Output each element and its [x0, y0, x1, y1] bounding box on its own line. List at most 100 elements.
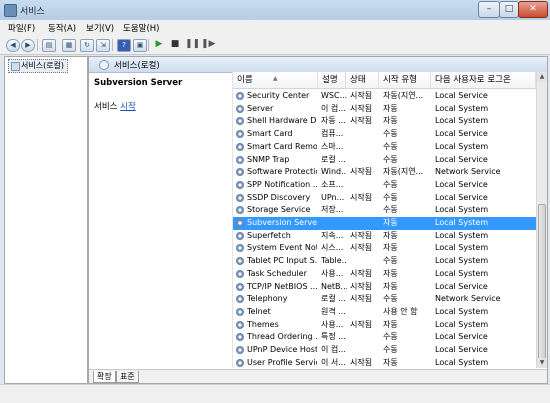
cell-status: 시작됨 [350, 230, 373, 240]
start-icon[interactable]: ▶ [153, 39, 165, 50]
cell-description: 이 컴... [321, 103, 346, 113]
maximize-button[interactable]: □ [499, 1, 519, 18]
table-row[interactable]: Shell Hardware D... 자동 ... 시작됨 자동 Local Syst… [233, 115, 536, 128]
cell-status: 시작됨 [350, 294, 373, 304]
cell-log-on-as: Local Service [435, 154, 488, 164]
cell-name: Themes [247, 319, 279, 329]
properties-icon[interactable]: ▦ [62, 39, 76, 52]
service-gear-icon [236, 269, 244, 278]
cell-name: Subversion Server [247, 218, 317, 227]
table-row[interactable]: Task Scheduler 사용... 시작됨 자동 Local System [233, 268, 536, 281]
cell-name: Smart Card Remo... [247, 141, 317, 151]
show-tree-icon[interactable]: ▤ [42, 39, 56, 52]
table-row[interactable]: SPP Notification ... 소프... 수동 Local Service [233, 179, 536, 192]
table-row[interactable]: Server 이 컴... 시작됨 자동 Local System [233, 103, 536, 116]
menu-action[interactable]: 동작(A) [48, 22, 76, 34]
table-row[interactable]: Thread Ordering ... 특정 ... 수동 Local Service [233, 331, 536, 344]
column-startup-type[interactable]: 시작 유형 [379, 72, 431, 88]
table-row[interactable]: System Event Not... 시스... 시작됨 자동 Local Syste… [233, 242, 536, 255]
column-log-on-as[interactable]: 다음 사용자로 로그온 [431, 72, 536, 88]
column-status-label: 상태 [350, 75, 366, 85]
cell-status: 시작됨 [350, 192, 373, 202]
cell-name: Software Protection [247, 167, 317, 177]
table-row[interactable]: Security Center WSC... 시작됨 자동(지연... Local Se… [233, 90, 536, 103]
forward-icon[interactable]: ▶ [21, 39, 35, 52]
stop-icon[interactable]: ■ [169, 39, 181, 50]
table-row[interactable]: TCP/IP NetBIOS ... NetB... 시작됨 자동 Local Serv… [233, 281, 536, 294]
table-row[interactable]: Software Protection Wind...시작됨 자동(지연... Net… [233, 166, 536, 179]
cell-name: Thread Ordering ... [247, 332, 317, 342]
cell-startup-type: 수동 [383, 205, 398, 215]
cell-name: Shell Hardware D... [247, 116, 317, 126]
cell-log-on-as: Local System [435, 103, 489, 113]
cell-log-on-as: Local Service [435, 179, 488, 189]
service-gear-icon [236, 168, 244, 177]
cell-status: 시작됨 [350, 357, 373, 367]
table-row[interactable]: Superfetch 지속... 시작됨 자동 Local System [233, 230, 536, 243]
cell-startup-type: 자동 [383, 116, 398, 126]
service-gear-icon [236, 231, 244, 240]
start-service-link[interactable]: 시작 [120, 102, 136, 112]
view-tabs: 확장 표준 [89, 369, 547, 383]
cell-log-on-as: Local Service [435, 345, 488, 354]
column-name[interactable]: ▲ 이름 [233, 72, 318, 88]
cell-startup-type: 자동 [383, 218, 398, 227]
pause-icon[interactable]: ❚❚ [185, 39, 200, 50]
table-row[interactable]: UPnP Device Host 이 컴... 수동 Local Service [233, 344, 536, 357]
help-icon[interactable]: ? [117, 39, 131, 52]
table-row[interactable]: SSDP Discovery UPn... 시작됨 수동 Local Service [233, 192, 536, 205]
tree-node-services-local[interactable]: 서비스(로컬) [8, 59, 69, 73]
table-row[interactable]: Subversion Server 자동 Local System [233, 217, 536, 230]
menu-file[interactable]: 파일(F) [8, 22, 35, 34]
services-app-icon [4, 4, 17, 17]
table-row[interactable]: User Profile Service 이 서... 시작됨 자동 Local Sys… [233, 357, 536, 368]
table-row[interactable]: Tablet PC Input S... Table... 수동 Local Syst… [233, 255, 536, 268]
back-icon[interactable]: ◀ [6, 39, 20, 52]
cell-name: Storage Service [247, 205, 311, 215]
column-description[interactable]: 설명 [318, 72, 346, 88]
cell-description: NetB... [321, 281, 347, 291]
cell-description: 컴퓨... [321, 129, 344, 139]
table-row[interactable]: Telnet 원격 ... 사용 안 함 Local System [233, 306, 536, 319]
status-bar [0, 384, 550, 403]
cell-description: 스마... [321, 141, 344, 151]
cell-name: Superfetch [247, 230, 291, 240]
table-row[interactable]: Storage Service 저장... 수동 Local System [233, 204, 536, 217]
tab-extended[interactable]: 확장 [93, 371, 116, 383]
tree-node-label: 서비스(로컬) [21, 61, 65, 70]
table-row[interactable]: Smart Card Remo... 스마... 수동 Local System [233, 141, 536, 154]
cell-startup-type: 수동 [383, 179, 398, 189]
restart-icon[interactable]: ❚▶ [201, 39, 215, 50]
refresh-icon[interactable]: ↻ [80, 39, 94, 52]
menu-view[interactable]: 보기(V) [86, 22, 114, 34]
cell-status: 시작됨 [350, 91, 373, 100]
cell-description: 저장... [321, 205, 344, 215]
table-row[interactable]: Smart Card 컴퓨... 수동 Local Service [233, 128, 536, 141]
cell-status: 시작됨 [350, 116, 373, 126]
table-row[interactable]: SNMP Trap 로컬 ... 수동 Local Service [233, 154, 536, 167]
vertical-scrollbar[interactable]: ▲ ▼ [536, 72, 547, 368]
cell-log-on-as: Local System [435, 116, 489, 126]
scroll-up-icon[interactable]: ▲ [537, 72, 547, 82]
console-icon[interactable]: ▣ [133, 39, 147, 52]
scroll-down-icon[interactable]: ▼ [537, 358, 547, 368]
close-button[interactable]: ✕ [518, 1, 548, 18]
toolbar: ◀ ▶ ▤ ▦ ↻ ⇲ ? ▣ ▶ ■ ❚❚ ❚▶ [0, 36, 550, 55]
cell-startup-type: 자동 [383, 230, 398, 240]
cell-status: 시작됨 [350, 167, 373, 177]
column-status[interactable]: 상태 [346, 72, 379, 88]
minimize-button[interactable]: – [478, 1, 500, 18]
cell-log-on-as: Local System [435, 205, 489, 215]
table-row[interactable]: Telephony 로컬 ... 시작됨 수동 Network Service [233, 293, 536, 306]
cell-status: 시작됨 [350, 319, 373, 329]
export-icon[interactable]: ⇲ [96, 39, 110, 52]
scroll-thumb[interactable] [538, 204, 546, 364]
table-row[interactable]: Themes 사용... 시작됨 자동 Local System [233, 319, 536, 332]
cell-log-on-as: Local System [435, 357, 489, 367]
service-gear-icon [236, 358, 244, 367]
cell-name: System Event Not... [247, 243, 317, 253]
cell-name: TCP/IP NetBIOS ... [247, 281, 317, 291]
tab-standard[interactable]: 표준 [116, 371, 139, 383]
service-gear-icon [236, 244, 244, 253]
menu-help[interactable]: 도움말(H) [123, 22, 159, 34]
